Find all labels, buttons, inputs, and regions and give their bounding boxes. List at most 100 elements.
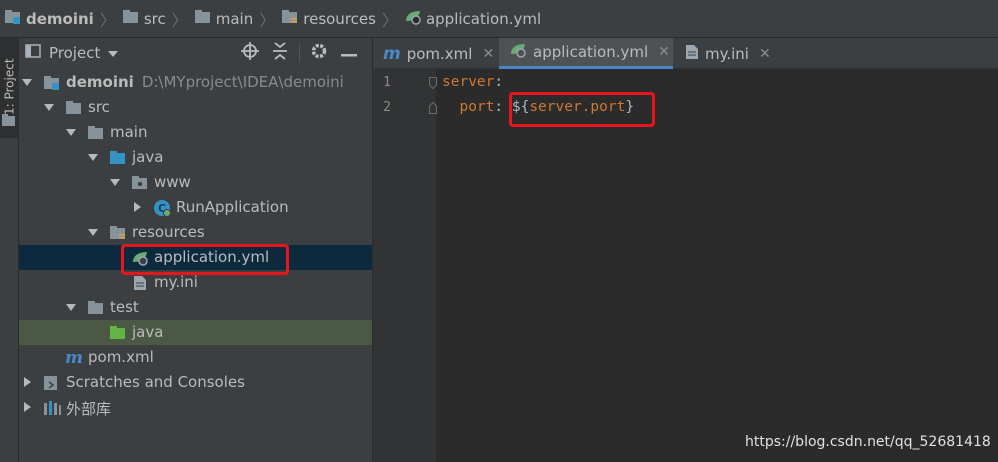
fold-marker-icon[interactable] [429, 75, 437, 93]
libraries-icon [43, 399, 61, 417]
tree-row[interactable]: test [19, 295, 372, 320]
tree-item-name: demoini [66, 73, 134, 91]
chevron-right-icon: 〉 [259, 11, 276, 30]
tree-row-label: Scratches and Consoles [66, 373, 245, 391]
code-line-1: server: [442, 74, 504, 90]
expand-arrow-down-icon[interactable] [87, 151, 99, 163]
tool-window-strip: 1: Project [0, 38, 19, 462]
folder-icon [87, 124, 105, 142]
tree-row[interactable]: src [19, 95, 372, 120]
project-view-selector[interactable]: Project [25, 43, 119, 63]
expand-arrow-down-icon[interactable] [87, 226, 99, 238]
tree-item-path: D:\MYproject\IDEA\demoini [141, 73, 344, 91]
tab-my-ini[interactable]: my.ini ✕ [673, 38, 783, 69]
tree-item-name: www [154, 173, 191, 191]
tree-item-name: src [88, 98, 110, 116]
source-folder-icon [109, 149, 127, 167]
breadcrumb-item-main[interactable]: main [194, 9, 253, 29]
module-folder-icon [43, 74, 61, 92]
line-number: 1 [383, 75, 391, 90]
tree-row[interactable]: resources [19, 220, 372, 245]
tree-row-label: RunApplication [176, 198, 289, 216]
tree-row-label: test [110, 298, 139, 316]
expand-arrow-right-icon[interactable] [21, 376, 33, 388]
project-panel-title: Project [49, 44, 101, 62]
resources-folder-icon [109, 224, 127, 242]
spring-yml-icon [404, 9, 422, 29]
close-tab-icon[interactable]: ✕ [482, 46, 494, 62]
breadcrumb-item-resources[interactable]: resources [281, 9, 376, 29]
tree-row-label: www [154, 173, 191, 191]
locate-button[interactable] [235, 38, 265, 68]
tree-row[interactable]: m pom.xml [19, 345, 372, 370]
tab-pom-xml[interactable]: m pom.xml ✕ [373, 38, 499, 69]
expand-arrow-down-icon[interactable] [21, 76, 33, 88]
tree-row-label: my.ini [154, 273, 198, 291]
expand-arrow-down-icon[interactable] [109, 176, 121, 188]
breadcrumb-item-src[interactable]: src [122, 9, 166, 29]
expand-arrow-down-icon[interactable] [65, 301, 77, 313]
package-icon [131, 174, 149, 192]
tab-application-yml[interactable]: application.yml ✕ [499, 38, 673, 69]
expand-arrow-right-icon[interactable] [131, 201, 143, 213]
tree-row-label: src [88, 98, 110, 116]
tree-row[interactable]: www [19, 170, 372, 195]
collapse-all-button[interactable] [265, 38, 295, 68]
folder-icon [65, 99, 83, 117]
expand-arrow-down-icon[interactable] [43, 101, 55, 113]
tree-item-name: resources [132, 223, 205, 241]
crosshair-icon [241, 42, 259, 64]
tree-item-name: Scratches and Consoles [66, 373, 245, 391]
folder-icon [87, 299, 105, 317]
tree-row[interactable]: Scratches and Consoles [19, 370, 372, 395]
line-gutter: 1 2 [373, 69, 437, 462]
tree-item-name: main [110, 123, 148, 141]
tree-row-label: main [110, 123, 147, 141]
fold-marker-icon[interactable] [429, 100, 437, 118]
folder-icon [2, 112, 16, 130]
tree-item-name: 外部库 [66, 400, 112, 418]
tree-row[interactable]: demoini D:\MYproject\IDEA\demoini [19, 70, 372, 95]
watermark: https://blog.csdn.net/qq_52681418 [745, 434, 991, 450]
tree-row-label: java [132, 323, 163, 341]
project-view-icon [25, 43, 41, 63]
annotation-highlight [121, 244, 289, 275]
tree-item-name: pom.xml [88, 348, 154, 366]
tree-item-name: test [110, 298, 139, 316]
tree-row-label: java [132, 148, 163, 166]
tree-item-name: java [132, 323, 164, 341]
chevron-down-icon [108, 44, 119, 62]
file-icon [131, 274, 149, 292]
test-folder-icon [109, 324, 127, 342]
close-tab-icon[interactable]: ✕ [658, 44, 670, 60]
settings-button[interactable] [304, 38, 334, 68]
project-panel-toolbar [235, 38, 364, 68]
tree-row[interactable]: 外部库 [19, 395, 372, 420]
minimize-icon [341, 44, 357, 62]
scratches-icon [43, 374, 61, 392]
close-tab-icon[interactable]: ✕ [759, 46, 771, 62]
breadcrumb: demoini 〉 src 〉 main 〉 resources 〉 appli… [4, 0, 541, 38]
project-panel: Project demoini D:\MYproject\IDEA\demoini… [19, 38, 372, 462]
navigation-bar: demoini 〉 src 〉 main 〉 resources 〉 appli… [0, 0, 998, 38]
file-icon [685, 44, 699, 64]
breadcrumb-item-demoini[interactable]: demoini [4, 9, 94, 29]
tree-row[interactable]: java [19, 320, 372, 345]
folder-icon [122, 9, 140, 29]
tree-row[interactable]: main [19, 120, 372, 145]
tree-row[interactable]: C RunApplication [19, 195, 372, 220]
spring-boot-class-icon: C [153, 199, 171, 217]
editor-tabs: m pom.xml ✕ application.yml ✕ my.ini ✕ [373, 38, 998, 69]
expand-arrow-right-icon[interactable] [21, 401, 33, 413]
toolbar-divider [299, 44, 300, 62]
breadcrumb-item-application-yml[interactable]: application.yml [404, 9, 541, 29]
tree-item-name: java [132, 148, 164, 166]
editor-area: m pom.xml ✕ application.yml ✕ my.ini ✕ 1… [373, 38, 998, 462]
expand-arrow-down-icon[interactable] [65, 126, 77, 138]
chevron-right-icon: 〉 [99, 11, 116, 30]
tree-row-label: 外部库 [66, 398, 111, 419]
hide-panel-button[interactable] [334, 38, 364, 68]
tree-row-label: pom.xml [88, 348, 154, 366]
tree-row[interactable]: java [19, 145, 372, 170]
tree-item-name: RunApplication [176, 198, 289, 216]
